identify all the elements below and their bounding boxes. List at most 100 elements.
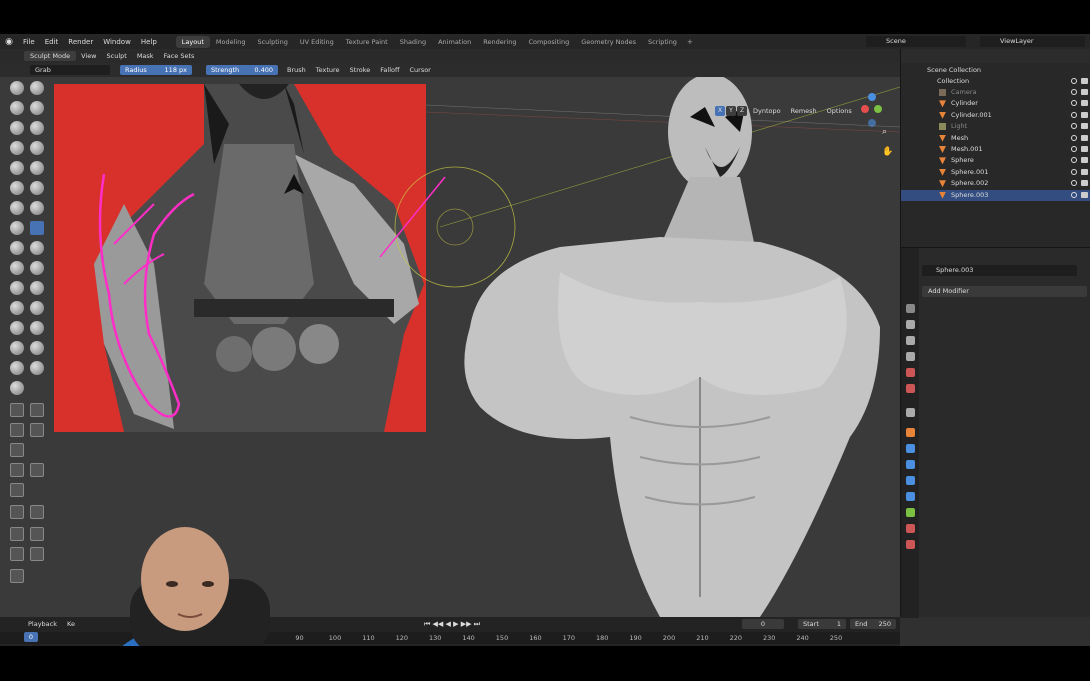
outliner-item[interactable]: Cylinder xyxy=(901,98,1090,109)
object-tab-icon[interactable] xyxy=(906,428,915,437)
mode-selector[interactable]: Sculpt Mode xyxy=(24,51,77,61)
outliner-item[interactable]: Cylinder.001 xyxy=(901,110,1090,121)
add-modifier-button[interactable]: Add Modifier xyxy=(922,286,1087,297)
playback-menu[interactable]: Playback xyxy=(28,620,57,628)
tab-layout[interactable]: Layout xyxy=(175,35,210,48)
visibility-icon[interactable] xyxy=(1071,78,1077,84)
stroke-menu[interactable]: Stroke xyxy=(345,66,376,74)
render-icon[interactable] xyxy=(1081,100,1088,107)
symmetry-y-toggle[interactable]: Y xyxy=(726,106,736,116)
strength-slider[interactable]: Strength 0.400 xyxy=(206,65,278,75)
particles-tab-icon[interactable] xyxy=(906,460,915,469)
visibility-icon[interactable] xyxy=(1071,157,1077,164)
render-icon[interactable] xyxy=(1081,78,1088,84)
outliner-item[interactable]: Sphere xyxy=(901,155,1090,166)
zoom-icon[interactable]: ⌕ xyxy=(882,127,892,137)
tab-rendering[interactable]: Rendering xyxy=(477,36,522,48)
current-frame-field[interactable]: 0 xyxy=(742,619,784,629)
render-icon[interactable] xyxy=(1081,89,1088,95)
visibility-icon[interactable] xyxy=(1071,89,1077,95)
visibility-icon[interactable] xyxy=(1071,191,1077,198)
object-name-field[interactable]: Sphere.003 xyxy=(922,265,1077,276)
symmetry-z-toggle[interactable]: Z xyxy=(737,106,747,116)
tab-scripting[interactable]: Scripting xyxy=(642,36,683,48)
outliner-item[interactable]: Sphere.003 xyxy=(901,189,1090,201)
menu-render[interactable]: Render xyxy=(63,38,98,46)
world-tab-icon[interactable] xyxy=(906,384,915,393)
view-layer-selector[interactable]: ViewLayer xyxy=(980,36,1085,47)
outliner-collection[interactable]: Collection xyxy=(901,76,1090,87)
render-icon[interactable] xyxy=(1081,191,1088,198)
outliner-item[interactable]: Camera xyxy=(901,87,1090,98)
menu-help[interactable]: Help xyxy=(136,38,162,46)
render-icon[interactable] xyxy=(1081,180,1088,187)
render-tab-icon[interactable] xyxy=(906,320,915,329)
visibility-icon[interactable] xyxy=(1071,146,1077,152)
start-frame-field[interactable]: Start 1 xyxy=(798,619,846,629)
menu-view[interactable]: View xyxy=(76,52,101,60)
options-menu[interactable]: Options xyxy=(822,107,857,115)
texture-menu[interactable]: Texture xyxy=(311,66,345,74)
data-tab-icon[interactable] xyxy=(906,508,915,517)
outliner-item[interactable]: Sphere.001 xyxy=(901,167,1090,178)
symmetry-x-toggle[interactable]: X xyxy=(715,106,725,116)
letterbox-bottom xyxy=(0,646,1090,681)
tab-modeling[interactable]: Modeling xyxy=(210,36,252,48)
blender-logo-icon[interactable]: ◉ xyxy=(0,37,18,47)
tab-sculpting[interactable]: Sculpting xyxy=(251,36,293,48)
radius-slider[interactable]: Radius 118 px xyxy=(120,65,192,75)
texture-tab-icon[interactable] xyxy=(906,540,915,549)
visibility-icon[interactable] xyxy=(1071,100,1077,107)
brush-menu[interactable]: Brush xyxy=(282,66,311,74)
view-layer-tab-icon[interactable] xyxy=(906,352,915,361)
brush-name-field[interactable]: Grab xyxy=(30,65,110,75)
visibility-icon[interactable] xyxy=(1071,180,1077,187)
playhead[interactable]: 0 xyxy=(24,632,38,642)
outliner-item[interactable]: Light xyxy=(901,121,1090,132)
falloff-menu[interactable]: Falloff xyxy=(375,66,404,74)
visibility-icon[interactable] xyxy=(1071,168,1077,175)
physics-tab-icon[interactable] xyxy=(906,476,915,485)
render-icon[interactable] xyxy=(1081,146,1088,152)
render-icon[interactable] xyxy=(1081,134,1088,141)
dyntopo-toggle[interactable]: Dyntopo xyxy=(748,107,786,115)
playback-controls[interactable]: ⏮ ◀◀ ◀ ▶ ▶▶ ⏭ xyxy=(424,620,480,629)
remesh-menu[interactable]: Remesh xyxy=(786,107,822,115)
menu-sculpt[interactable]: Sculpt xyxy=(102,52,132,60)
render-icon[interactable] xyxy=(1081,157,1088,164)
tab-texture-paint[interactable]: Texture Paint xyxy=(340,36,394,48)
output-tab-icon[interactable] xyxy=(906,336,915,345)
material-tab-icon[interactable] xyxy=(906,524,915,533)
end-frame-field[interactable]: End 250 xyxy=(850,619,896,629)
hand-pan-icon[interactable]: ✋ xyxy=(882,147,893,157)
add-workspace-icon[interactable]: + xyxy=(683,38,697,46)
tab-animation[interactable]: Animation xyxy=(432,36,477,48)
modifier-tab-icon[interactable] xyxy=(906,444,915,453)
tab-shading[interactable]: Shading xyxy=(394,36,432,48)
visibility-icon[interactable] xyxy=(1071,111,1077,118)
cursor-menu[interactable]: Cursor xyxy=(404,66,435,74)
visibility-icon[interactable] xyxy=(1071,134,1077,141)
menu-face-sets[interactable]: Face Sets xyxy=(159,52,200,60)
menu-edit[interactable]: Edit xyxy=(40,38,64,46)
tab-compositing[interactable]: Compositing xyxy=(522,36,575,48)
render-icon[interactable] xyxy=(1081,123,1088,130)
menu-mask[interactable]: Mask xyxy=(132,52,159,60)
collection-tab-icon[interactable] xyxy=(906,408,915,417)
menu-window[interactable]: Window xyxy=(98,38,136,46)
menu-file[interactable]: File xyxy=(18,38,40,46)
outliner-scene-collection[interactable]: Scene Collection xyxy=(901,65,1090,76)
tab-uv-editing[interactable]: UV Editing xyxy=(294,36,340,48)
scene-tab-icon[interactable] xyxy=(906,368,915,377)
outliner-item[interactable]: Sphere.002 xyxy=(901,178,1090,189)
outliner-item[interactable]: Mesh.001 xyxy=(901,144,1090,155)
tool-tab-icon[interactable] xyxy=(906,304,915,313)
constraints-tab-icon[interactable] xyxy=(906,492,915,501)
outliner-item[interactable]: Mesh xyxy=(901,133,1090,144)
tab-geometry-nodes[interactable]: Geometry Nodes xyxy=(575,36,642,48)
render-icon[interactable] xyxy=(1081,111,1088,118)
visibility-icon[interactable] xyxy=(1071,123,1077,130)
mesh-icon xyxy=(939,191,946,199)
render-icon[interactable] xyxy=(1081,168,1088,175)
scene-selector[interactable]: Scene xyxy=(866,36,966,47)
